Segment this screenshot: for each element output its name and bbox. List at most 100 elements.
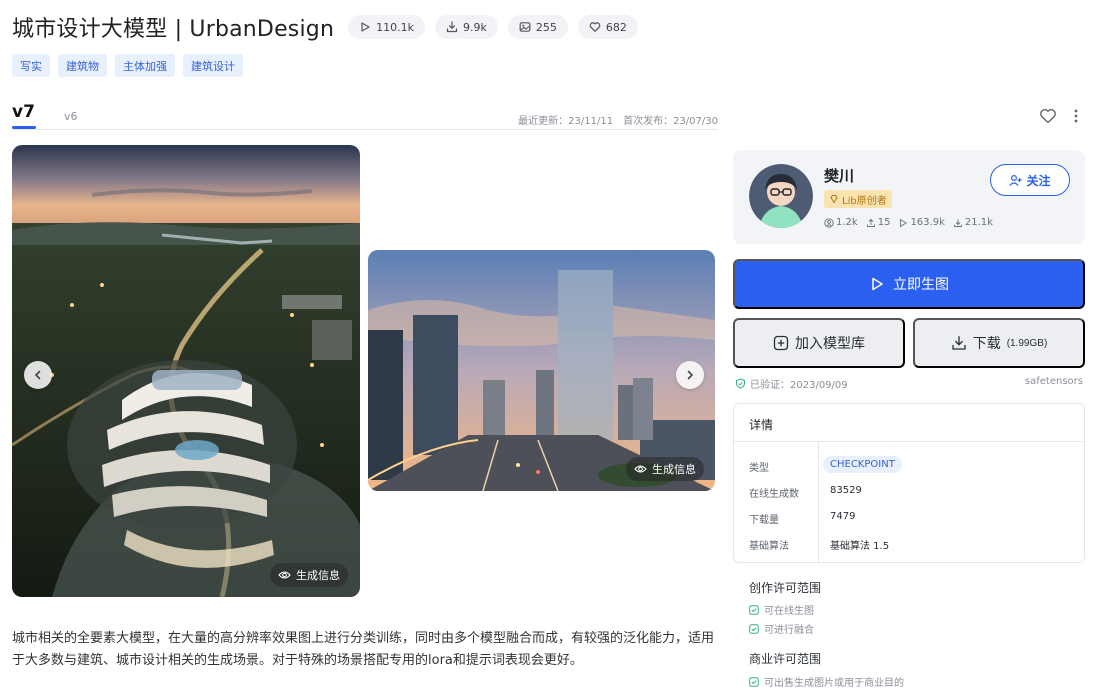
more-options-icon[interactable]	[1072, 108, 1080, 124]
details-key: 下载量	[749, 515, 779, 526]
details-row-downloads: 下载量 7479	[734, 507, 1084, 527]
details-title: 详情	[749, 418, 774, 432]
user-circle-icon	[824, 217, 834, 228]
check-square-icon	[749, 676, 759, 687]
upload-icon	[866, 218, 875, 227]
license-item-label: 可出售生成图片或用于商业目的	[764, 678, 904, 689]
model-description: 城市相关的全要素大模型，在大量的高分辨率效果图上进行分类训练，同时由多个模型融合…	[12, 631, 715, 668]
page-title: 城市设计大模型 | UrbanDesign	[12, 17, 335, 42]
version-tabs: v7 v6 最近更新：23/11/11 首次发布：23/07/30	[12, 100, 718, 130]
creator-stats: 1.2k 15 163.9k 21.1k	[824, 217, 993, 228]
download-count-stat: 9.9k	[434, 15, 498, 39]
gallery-next-button[interactable]	[676, 361, 704, 389]
gallery-main-image[interactable]: 生成信息	[12, 145, 360, 597]
chevron-right-icon	[687, 370, 694, 380]
avatar[interactable]	[749, 164, 813, 228]
details-value: 基础算法 1.5	[830, 541, 890, 552]
check-square-icon	[749, 623, 759, 634]
run-count-value: 110.1k	[376, 20, 414, 34]
like-count-stat[interactable]: 682	[577, 15, 638, 39]
eye-icon	[634, 465, 647, 473]
commercial-license-title: 商业许可范围	[749, 652, 822, 666]
plus-square-icon	[773, 335, 789, 351]
tag-item[interactable]: 建筑设计	[183, 54, 243, 77]
tab-version-active[interactable]: v7	[12, 102, 35, 122]
gen-info-button[interactable]: 生成信息	[270, 563, 348, 587]
verification-status: 已验证：2023/09/09	[735, 376, 848, 391]
heart-icon	[589, 22, 601, 32]
tag-item[interactable]: 写实	[12, 54, 50, 77]
creator-stat-downloads: 21.1k	[953, 217, 993, 228]
add-user-icon	[1010, 174, 1022, 186]
download-label: 下载	[972, 335, 1001, 351]
details-value: 83529	[830, 485, 862, 496]
creator-badge-label: Lib原创者	[842, 195, 887, 207]
type-badge: CHECKPOINT	[823, 456, 902, 473]
play-icon	[872, 277, 883, 291]
gen-info-label: 生成信息	[296, 569, 340, 582]
gallery-prev-button[interactable]	[24, 361, 52, 389]
creator-downloads-value: 21.1k	[964, 217, 993, 228]
gen-info-label: 生成信息	[652, 463, 696, 476]
creator-name[interactable]: 樊川	[824, 165, 854, 186]
details-card: 详情 类型 CHECKPOINT 在线生成数 83529 下载量 7479 基础…	[733, 403, 1085, 563]
play-icon	[900, 218, 908, 227]
tag-item[interactable]: 建筑物	[58, 54, 107, 77]
play-icon	[361, 22, 370, 32]
license-item-label: 可进行融合	[764, 625, 814, 636]
first-published: 首次发布：23/07/30	[623, 116, 718, 127]
download-button[interactable]: 下载 (1.99GB)	[913, 318, 1085, 368]
follow-button[interactable]: 关注	[990, 164, 1070, 196]
add-to-library-label: 加入模型库	[795, 335, 865, 351]
creator-stat-followers: 1.2k	[824, 217, 858, 228]
last-updated: 最近更新：23/11/11	[518, 116, 614, 127]
creator-badge: Lib原创者	[824, 190, 892, 208]
image-count-stat: 255	[507, 15, 568, 39]
download-icon	[952, 336, 966, 350]
details-key: 类型	[749, 463, 769, 474]
tag-item[interactable]: 主体加强	[115, 54, 175, 77]
generate-label: 立即生图	[893, 276, 949, 292]
chevron-left-icon	[34, 370, 41, 380]
license-item: 可进行融合	[749, 621, 814, 636]
aerial-building-render	[12, 145, 360, 597]
creator-card: 樊川 Lib原创者 1.2k 15 163.9k 21.1k 关注	[733, 150, 1085, 244]
shield-check-icon	[736, 378, 745, 389]
details-value: 7479	[830, 511, 856, 522]
tag-list: 写实 建筑物 主体加强 建筑设计	[12, 54, 243, 77]
license-item: 可在线生图	[749, 602, 814, 617]
image-count-value: 255	[535, 20, 557, 34]
version-dates: 最近更新：23/11/11 首次发布：23/07/30	[518, 112, 718, 127]
creative-license-title: 创作许可范围	[749, 581, 822, 595]
add-to-library-button[interactable]: 加入模型库	[733, 318, 905, 368]
details-key: 在线生成数	[749, 489, 799, 500]
creator-followers-value: 1.2k	[836, 217, 858, 228]
download-icon	[446, 21, 458, 33]
tab-version-other[interactable]: v6	[64, 110, 78, 123]
like-count-value: 682	[605, 20, 627, 34]
details-row-base-algorithm: 基础算法 基础算法 1.5	[734, 533, 1084, 553]
license-item: 可出售生成图片或用于商业目的	[749, 674, 904, 689]
details-key: 基础算法	[749, 541, 789, 552]
diamond-icon	[830, 195, 838, 204]
verification-text: 已验证：2023/09/09	[750, 380, 848, 391]
details-row-type: 类型 CHECKPOINT	[734, 455, 1084, 475]
creator-avatar-image	[749, 164, 813, 228]
download-count-value: 9.9k	[462, 20, 487, 34]
run-count-stat: 110.1k	[348, 15, 425, 39]
image-icon	[519, 22, 531, 32]
gallery-second-image[interactable]: 生成信息	[368, 250, 715, 491]
generate-button[interactable]: 立即生图	[733, 259, 1085, 309]
creator-uploads-value: 15	[877, 217, 891, 228]
license-item-label: 可在线生图	[764, 606, 814, 617]
download-icon	[953, 219, 962, 227]
eye-icon	[278, 571, 291, 579]
favorite-icon[interactable]	[1039, 108, 1057, 124]
gen-info-button[interactable]: 生成信息	[626, 457, 704, 481]
street-skyline-render	[368, 250, 715, 491]
file-format: safetensors	[1024, 376, 1083, 387]
follow-label: 关注	[1026, 173, 1051, 188]
title-row: 城市设计大模型 | UrbanDesign 110.1k 9.9k 255 68…	[12, 12, 638, 42]
download-size: (1.99GB)	[1006, 337, 1048, 349]
check-square-icon	[749, 604, 759, 615]
